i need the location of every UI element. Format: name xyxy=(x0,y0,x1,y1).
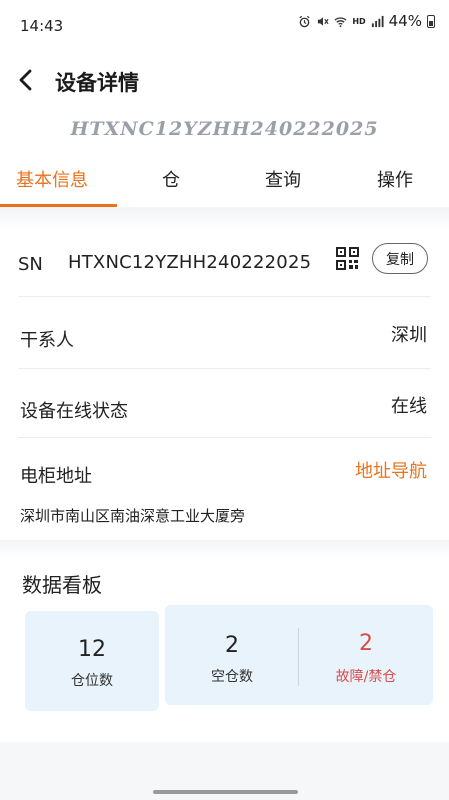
contact-label: 干系人 xyxy=(20,330,74,351)
page-title: 设备详情 xyxy=(55,71,139,95)
stat-label: 空仓数 xyxy=(211,669,253,685)
section-separator xyxy=(0,540,449,558)
stat-value: 2 xyxy=(225,633,239,658)
battery-icon xyxy=(427,14,435,28)
online-status-label: 设备在线状态 xyxy=(20,401,128,422)
tab-operation[interactable]: 操作 xyxy=(377,166,413,192)
divider xyxy=(18,296,431,297)
cabinet-address-label: 电柜地址 xyxy=(20,466,92,487)
home-indicator[interactable] xyxy=(153,790,298,794)
cabinet-address-text: 深圳市南山区南油深意工业大厦旁 xyxy=(20,507,246,525)
tab-cabin[interactable]: 仓 xyxy=(162,166,180,192)
stat-card-empty-and-fault: 2 空仓数 2 故障/禁仓 xyxy=(165,605,433,705)
header: 设备详情 xyxy=(0,55,449,105)
mute-icon xyxy=(318,16,329,26)
battery-percent: 44% xyxy=(388,12,422,30)
wifi-icon xyxy=(334,16,347,27)
section-separator xyxy=(0,207,449,231)
qr-code-icon[interactable] xyxy=(336,247,359,270)
divider xyxy=(18,368,431,369)
fault-stat-label: 故障/禁仓 xyxy=(335,669,397,685)
sn-label: SN xyxy=(18,254,43,275)
device-id-banner: HTXNC12YZHH240222025 xyxy=(70,118,379,140)
tab-bar: 基本信息 仓 查询 操作 xyxy=(0,160,449,208)
contact-value: 深圳 xyxy=(391,325,427,346)
stat-value: 12 xyxy=(78,637,106,662)
sn-value: HTXNC12YZHH240222025 xyxy=(68,252,312,273)
stat-label: 仓位数 xyxy=(71,673,113,689)
status-bar: 14:43 HD 44% xyxy=(0,0,449,44)
alarm-icon xyxy=(299,15,310,27)
copy-button[interactable]: 复制 xyxy=(372,243,428,274)
status-icons: HD 44% xyxy=(298,12,435,30)
dashboard-title: 数据看板 xyxy=(22,573,102,597)
status-time: 14:43 xyxy=(20,17,64,35)
network-label: HD xyxy=(352,16,366,26)
tab-basic-info[interactable]: 基本信息 xyxy=(16,166,88,192)
card-divider xyxy=(298,628,299,686)
chevron-left-icon[interactable] xyxy=(12,65,42,95)
stat-card-slots: 12 仓位数 xyxy=(25,611,159,711)
divider xyxy=(18,437,431,438)
address-navigation-link[interactable]: 地址导航 xyxy=(355,457,427,483)
online-status-value: 在线 xyxy=(391,396,427,417)
signal-icon xyxy=(371,15,384,27)
fault-stat-value: 2 xyxy=(359,631,373,656)
tab-query[interactable]: 查询 xyxy=(265,166,301,192)
